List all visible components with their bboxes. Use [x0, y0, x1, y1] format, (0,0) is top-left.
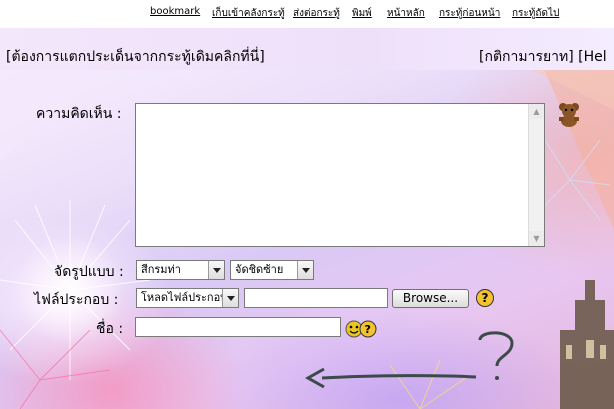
bookmark-link[interactable]: bookmark [150, 6, 200, 17]
text-align-select[interactable]: จัดชิดซ้าย [230, 260, 314, 280]
print-link[interactable]: พิมพ์ [352, 6, 372, 21]
comment-textarea[interactable]: ▲ ▼ [135, 103, 545, 247]
comment-scrollbar[interactable]: ▲ ▼ [528, 104, 544, 246]
text-align-value: จัดชิดซ้าย [235, 263, 284, 276]
svg-text:?: ? [365, 323, 371, 336]
chevron-down-icon [297, 261, 313, 279]
thread-toolbar: bookmark เก็บเข้าคลังกระทู้ ส่งต่อกระทู้… [0, 0, 614, 28]
arrow-left-icon [304, 367, 477, 389]
forward-thread-link[interactable]: ส่งต่อกระทู้ [293, 6, 340, 21]
name-input[interactable] [135, 317, 341, 337]
format-label: จัดรูปแบบ : [54, 264, 124, 280]
comment-label: ความคิดเห็น : [36, 106, 122, 122]
teddy-bear-icon[interactable] [556, 101, 582, 127]
chevron-down-icon [222, 289, 238, 307]
scroll-down-icon[interactable]: ▼ [529, 231, 544, 246]
home-link[interactable]: หน้าหลัก [387, 6, 425, 21]
previous-thread-link[interactable]: กระทู้ก่อนหน้า [439, 6, 500, 21]
next-thread-link[interactable]: กระทู้ถัดไป [512, 6, 559, 21]
text-color-value: สีกรมท่า [141, 263, 181, 276]
attachment-type-select[interactable]: โหลดไฟล์ประกอบ [136, 288, 239, 308]
rules-help-links[interactable]: [กติกามารยาท] [Hel [479, 46, 607, 68]
attachment-label: ไฟล์ประกอบ : [34, 292, 119, 308]
name-label: ชื่อ : [96, 321, 124, 337]
file-path-input[interactable] [244, 288, 388, 308]
archive-thread-link[interactable]: เก็บเข้าคลังกระทู้ [212, 6, 285, 21]
scroll-up-icon[interactable]: ▲ [529, 104, 544, 119]
smiley-help-icon[interactable]: ? [345, 319, 377, 339]
chevron-down-icon [208, 261, 224, 279]
text-color-select[interactable]: สีกรมท่า [136, 260, 225, 280]
browse-button[interactable]: Browse... [392, 289, 469, 308]
attachment-type-value: โหลดไฟล์ประกอบ [141, 291, 228, 304]
split-topic-link[interactable]: [ต้องการแตกประเด็นจากกระทู้เดิมคลิกที่นี… [6, 46, 265, 68]
help-icon[interactable]: ? [476, 289, 494, 307]
